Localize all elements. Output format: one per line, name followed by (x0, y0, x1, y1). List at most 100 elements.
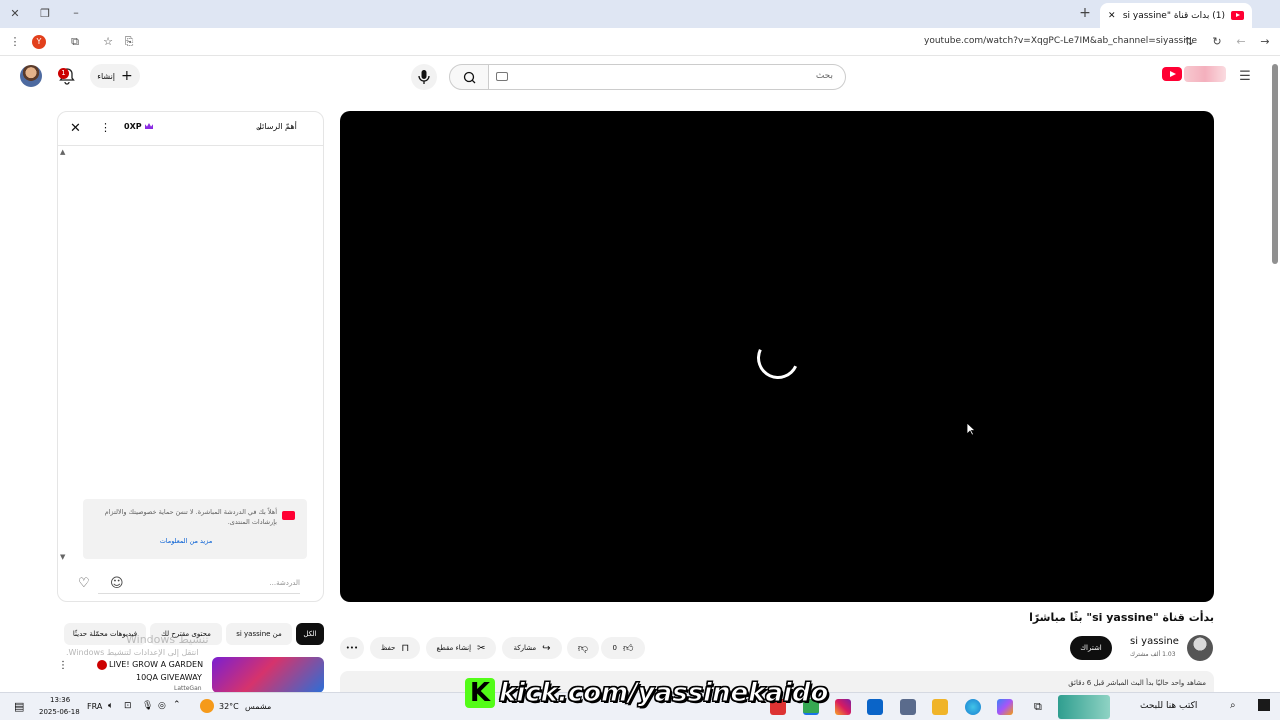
more-vert-icon[interactable]: ⋮ (100, 121, 111, 134)
clip-label: إنشاء مقطع (436, 644, 472, 652)
channel-name[interactable]: si yassine (1130, 636, 1179, 647)
chip-all[interactable]: الكل (296, 623, 324, 645)
close-window-icon[interactable]: ✕ (8, 7, 22, 21)
install-app-icon[interactable]: ⎘ (122, 35, 136, 49)
show-hidden-icons[interactable]: ⌃ (173, 700, 181, 710)
close-tab-icon[interactable]: ✕ (1108, 11, 1116, 21)
search-placeholder: بحث (815, 71, 833, 81)
save-button[interactable]: حفظ ⊓ (370, 637, 420, 659)
search-highlight-image[interactable] (1058, 695, 1110, 719)
recommended-title-line1[interactable]: LIVE! GROW A GARDEN (109, 660, 203, 669)
learn-more-link[interactable]: مزيد من المعلومات (95, 536, 277, 546)
search-input[interactable]: بحث (488, 64, 846, 90)
clock-time[interactable]: 13:36 (50, 696, 70, 704)
chevron-down-icon[interactable]: ⌄ (256, 122, 263, 131)
page-scrollbar[interactable] (1272, 64, 1278, 264)
url-text[interactable]: youtube.com/watch?v=XqgPC-Le7IM&ab_chann… (924, 36, 1197, 46)
tab-title: (1) بدأت قناة "si yassine" بثًا مباشرًا (1122, 10, 1225, 21)
outlook-app-icon[interactable] (867, 699, 883, 715)
windows-start-icon[interactable] (1258, 699, 1270, 711)
channel-avatar[interactable] (1187, 635, 1213, 661)
reload-icon[interactable]: ↻ (1210, 35, 1224, 49)
weather-label[interactable]: مشمس (245, 702, 271, 711)
forward-icon[interactable]: ← (1234, 35, 1248, 49)
browser-tab-bar: ✕ ❐ – + (1) بدأت قناة "si yassine" بثًا … (0, 0, 1280, 28)
voice-search-button[interactable] (411, 64, 437, 90)
more-actions-button[interactable]: ••• (340, 637, 364, 659)
create-label: إنشاء (97, 71, 116, 81)
clock-date[interactable]: 2025-06-18 (39, 708, 80, 716)
profile-icon[interactable]: Y (32, 35, 46, 49)
chat-welcome-notice: أهلاً بك في الدردشة المباشرة. لا تنسَ حم… (83, 499, 307, 559)
mouse-cursor-icon (966, 422, 976, 436)
dislike-button[interactable]: 👎︎ (567, 637, 599, 659)
video-title: بدأت قناة "si yassine" بثًا مباشرًا (1029, 611, 1214, 624)
task-view-icon[interactable]: ⧉ (1034, 700, 1042, 714)
scissors-icon: ✂ (477, 642, 486, 654)
edge-app-icon[interactable] (965, 699, 981, 715)
language-indicator[interactable]: FRA (87, 702, 102, 711)
like-button[interactable]: 0 👍︎ (601, 637, 645, 659)
tray-icon[interactable]: ◎ (158, 701, 166, 711)
share-button[interactable]: مشاركة ↪ (502, 637, 562, 659)
microphone-tray-icon[interactable]: 🎙︎ (142, 701, 153, 711)
save-label: حفظ (380, 644, 396, 652)
site-info-icon[interactable]: ⇅ (1182, 35, 1196, 49)
account-avatar[interactable] (20, 65, 42, 87)
youtube-header: إنشاء + بحث ☰ (0, 57, 1280, 97)
close-icon[interactable]: ✕ (70, 121, 81, 136)
taskbar-search-placeholder[interactable]: اكتب هنا للبحث (1140, 701, 1197, 711)
youtube-notice-icon (282, 511, 295, 520)
xp-badge[interactable]: 0XP (124, 122, 142, 131)
bookmark-star-icon[interactable]: ☆ (101, 35, 115, 49)
heart-icon[interactable]: ♡ (78, 576, 90, 591)
instagram-app-icon[interactable] (835, 699, 851, 715)
like-count: 0 (612, 644, 617, 652)
clip-button[interactable]: إنشاء مقطع ✂ (426, 637, 496, 659)
chat-input[interactable]: الدردشة... (98, 574, 300, 594)
back-icon[interactable]: → (1258, 35, 1272, 49)
copilot-app-icon[interactable] (997, 699, 1013, 715)
search-button[interactable] (449, 64, 489, 90)
more-menu-icon[interactable]: ⋮ (8, 35, 22, 49)
extensions-icon[interactable]: ⧉ (68, 35, 82, 49)
hamburger-menu-icon[interactable]: ☰ (1238, 70, 1252, 84)
chat-input-placeholder: الدردشة... (269, 579, 300, 587)
notice-text: أهلاً بك في الدردشة المباشرة. لا تنسَ حم… (104, 508, 277, 526)
new-tab-icon[interactable]: + (1078, 6, 1092, 20)
more-horiz-icon: ••• (345, 644, 359, 652)
taskbar-search-icon[interactable]: ⌕ (1230, 700, 1236, 711)
bookmark-icon: ⊓ (401, 642, 410, 654)
thumbs-down-icon: 👎︎ (577, 643, 589, 654)
store-app-icon[interactable] (900, 699, 916, 715)
volume-icon[interactable]: 🔈︎ (108, 701, 113, 711)
share-label: مشاركة (513, 644, 537, 652)
kick-stream-overlay: K kick.com/yassinekaido (465, 676, 829, 710)
rec-more-icon[interactable]: ⋮ (58, 660, 68, 671)
create-button[interactable]: إنشاء + (90, 64, 140, 88)
address-bar-row: ⋮ Y ⧉ ☆ ⎘ youtube.com/watch?v=XqgPC-Le7I… (0, 28, 1280, 56)
video-player[interactable] (340, 111, 1214, 602)
notification-center-icon[interactable]: ▤ (14, 700, 24, 713)
scroll-up-icon[interactable]: ▲ (60, 148, 65, 156)
loading-spinner-icon (751, 331, 805, 385)
file-explorer-icon[interactable] (932, 699, 948, 715)
subscribe-button[interactable]: اشتراك (1070, 636, 1112, 660)
recommended-thumbnail[interactable] (212, 657, 324, 693)
kick-logo-icon: K (465, 678, 495, 708)
minimize-window-icon[interactable]: – (69, 6, 83, 20)
chip-from-channel[interactable]: من si yassine (226, 623, 292, 645)
kick-url-text: kick.com/yassinekaido (498, 678, 829, 709)
doodle-logo[interactable] (1184, 66, 1226, 82)
restore-window-icon[interactable]: ❐ (38, 7, 52, 21)
recommended-title-line2[interactable]: 10QA GIVEAWAY (136, 673, 202, 682)
network-icon[interactable]: ⊡ (124, 701, 132, 711)
youtube-logo-icon[interactable] (1162, 67, 1182, 81)
microphone-icon (418, 70, 430, 84)
scroll-down-icon[interactable]: ▼ (60, 553, 65, 561)
weather-temp[interactable]: 32°C (219, 702, 239, 711)
keyboard-icon[interactable] (496, 72, 508, 81)
description-snippet: مشاهد واحد حاليًا بدأ البث المباشر قبل 6… (1068, 679, 1206, 687)
plus-icon: + (121, 68, 133, 84)
tab-active[interactable]: (1) بدأت قناة "si yassine" بثًا مباشرًا … (1100, 3, 1252, 28)
